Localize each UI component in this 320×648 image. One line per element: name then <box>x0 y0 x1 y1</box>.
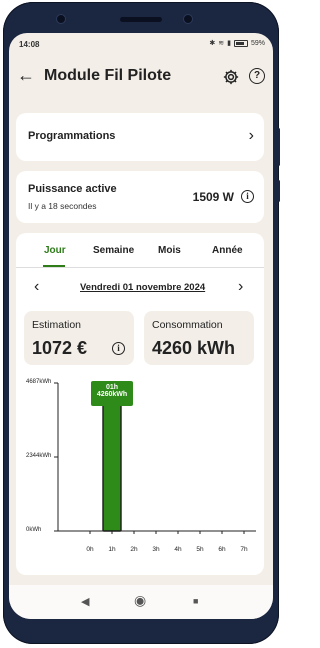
tab-semaine[interactable]: Semaine <box>93 245 134 256</box>
power-button <box>277 180 280 202</box>
x-tick-label: 3h <box>152 546 160 553</box>
tab-mois[interactable]: Mois <box>158 245 181 256</box>
puissance-timestamp: Il y a 18 secondes <box>28 201 97 211</box>
date-label[interactable]: Vendredi 01 novembre 2024 <box>80 282 205 293</box>
active-tab-indicator <box>43 265 65 267</box>
info-icon[interactable]: i <box>241 190 254 203</box>
chart-svg <box>54 382 256 534</box>
battery-level: 59% <box>250 39 265 47</box>
tab-annee[interactable]: Année <box>212 245 243 256</box>
wifi-icon: ≋ <box>218 40 225 47</box>
arrow-left-icon[interactable]: ← <box>17 66 35 84</box>
puissance-label: Puissance active <box>28 183 117 195</box>
system-nav-bar: ◀ ◉ ■ <box>9 585 273 619</box>
bluetooth-icon: ✱ <box>209 40 216 47</box>
app-screen: 14:08 ✱ ≋ ▮ 59% ← Module Fil Pilote ? Pr… <box>9 33 273 619</box>
nav-home-icon[interactable]: ◉ <box>134 592 146 609</box>
programmations-label: Programmations <box>28 130 116 142</box>
battery-icon <box>233 39 248 47</box>
consommation-label: Consommation <box>152 319 223 331</box>
y-tick-label: 0kWh <box>26 527 42 533</box>
signal-icon: ▮ <box>227 40 231 47</box>
bar-1h <box>102 395 122 532</box>
next-day-icon[interactable]: › <box>238 278 243 296</box>
x-tick-label: 1h <box>108 546 116 553</box>
nav-back-icon[interactable]: ◀ <box>81 595 89 608</box>
estimation-card: Estimation 1072 € i <box>24 311 134 365</box>
tab-jour[interactable]: Jour <box>44 245 66 256</box>
consommation-card: Consommation 4260 kWh <box>144 311 254 365</box>
date-navigator: ‹ Vendredi 01 novembre 2024 › <box>16 277 264 299</box>
info-icon[interactable]: i <box>112 342 125 355</box>
volume-button <box>277 128 280 166</box>
status-bar: 14:08 ✱ ≋ ▮ 59% <box>9 33 273 55</box>
estimation-value: 1072 € <box>32 338 88 358</box>
previous-day-icon[interactable]: ‹ <box>34 278 39 296</box>
app-bar: ← Module Fil Pilote ? <box>9 55 273 101</box>
status-time: 14:08 <box>19 40 40 49</box>
sensor-icon <box>183 14 193 24</box>
programmations-card[interactable]: Programmations › <box>16 113 264 161</box>
period-tabs: Jour Semaine Mois Année <box>16 243 264 268</box>
consommation-value: 4260 kWh <box>152 338 236 358</box>
x-tick-label: 0h <box>86 546 94 553</box>
status-icons: ✱ ≋ ▮ 59% <box>209 39 265 47</box>
speaker-grille <box>120 17 162 22</box>
y-tick-label: 4687kWh <box>26 379 52 385</box>
nav-recents-icon[interactable]: ■ <box>193 596 198 606</box>
tooltip-hour: 01h <box>105 384 119 391</box>
hourly-bar-chart: 4687kWh 2344kWh 0kWh 01h 4260kWh 0h 1h 2… <box>16 373 264 573</box>
tooltip-value: 4260kWh <box>96 391 128 398</box>
puissance-card: Puissance active Il y a 18 secondes 1509… <box>16 171 264 223</box>
x-tick-label: 2h <box>130 546 138 553</box>
x-tick-label: 5h <box>196 546 204 553</box>
x-tick-label: 6h <box>218 546 226 553</box>
x-tick-label: 4h <box>174 546 182 553</box>
estimation-label: Estimation <box>32 319 82 331</box>
y-tick-label: 2344kWh <box>26 453 52 459</box>
puissance-value: 1509 W <box>192 190 234 204</box>
chevron-right-icon: › <box>248 127 254 144</box>
page-title: Module Fil Pilote <box>44 67 172 84</box>
consumption-card: Jour Semaine Mois Année ‹ Vendredi 01 no… <box>16 233 264 575</box>
gear-icon[interactable] <box>222 68 240 86</box>
bar-tooltip: 01h 4260kWh <box>91 381 133 406</box>
x-tick-label: 7h <box>240 546 248 553</box>
front-camera-icon <box>56 14 66 24</box>
help-circle-icon[interactable]: ? <box>249 68 265 84</box>
